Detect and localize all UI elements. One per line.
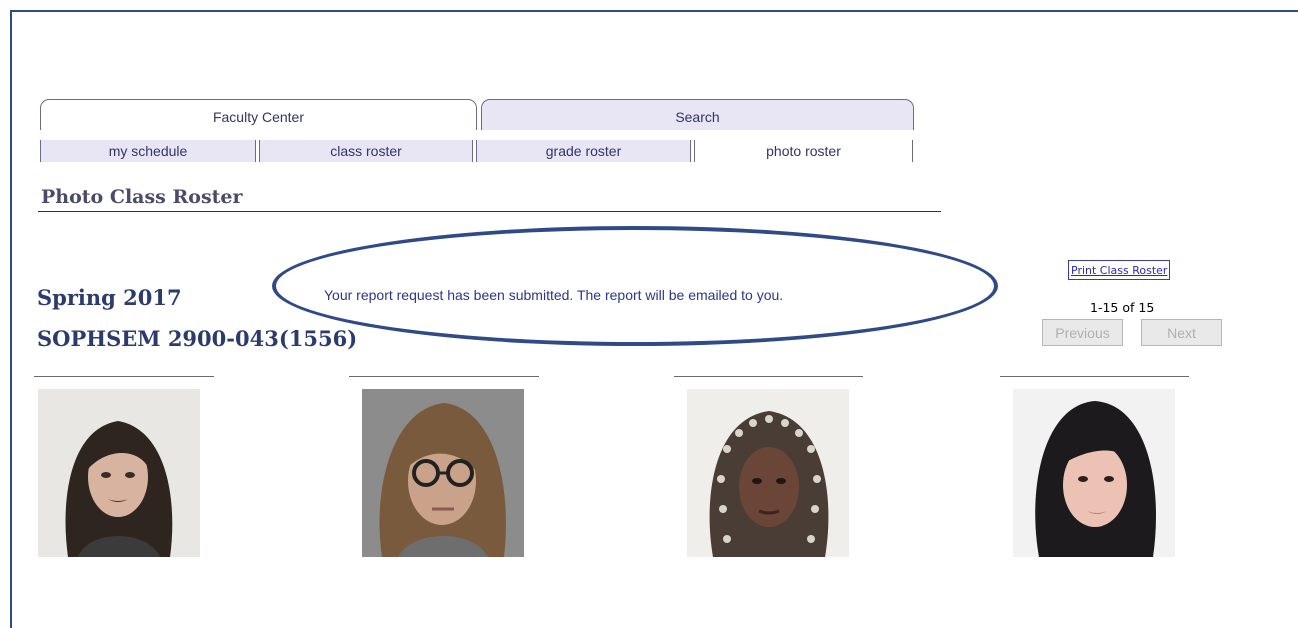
photo-divider [1000,376,1189,377]
student-photo-3-icon [687,389,849,557]
student-photo-3[interactable] [687,389,849,557]
tab-faculty-center-label: Faculty Center [212,109,305,125]
student-photo-1[interactable] [38,389,200,557]
subtab-class-roster[interactable]: class roster [260,140,472,162]
subtab-separator [912,140,913,162]
subtab-grade-roster-label: grade roster [545,143,622,159]
pagination-range: 1-15 of 15 [1090,300,1155,315]
subtab-photo-roster[interactable]: photo roster [695,140,912,162]
tab-search-label: Search [675,109,720,125]
photo-divider [349,376,539,377]
subtab-my-schedule-label: my schedule [108,143,188,159]
page-title: Photo Class Roster [41,186,243,208]
tab-search[interactable]: Search [481,99,914,130]
subtab-photo-roster-label: photo roster [766,143,841,159]
next-button[interactable]: Next [1141,319,1222,346]
highlight-oval [272,226,998,346]
course-label: SOPHSEM 2900-043(1556) [37,326,358,351]
student-photo-4-icon [1013,389,1175,557]
student-photo-2[interactable] [362,389,524,557]
subtab-class-roster-label: class roster [330,143,402,159]
subtab-my-schedule[interactable]: my schedule [41,140,255,162]
photo-divider [674,376,863,377]
title-divider [38,211,941,212]
subtab-separator [255,140,256,162]
tab-faculty-center[interactable]: Faculty Center [40,99,477,130]
student-photo-2-icon [362,389,524,557]
print-class-roster-link[interactable]: Print Class Roster [1068,260,1171,280]
subtab-grade-roster[interactable]: grade roster [477,140,690,162]
subtab-separator [690,140,691,162]
student-photo-1-icon [38,389,200,557]
previous-button[interactable]: Previous [1042,319,1123,346]
student-photo-4[interactable] [1013,389,1175,557]
term-label: Spring 2017 [37,285,182,310]
photo-divider [34,376,214,377]
subtab-separator [472,140,473,162]
